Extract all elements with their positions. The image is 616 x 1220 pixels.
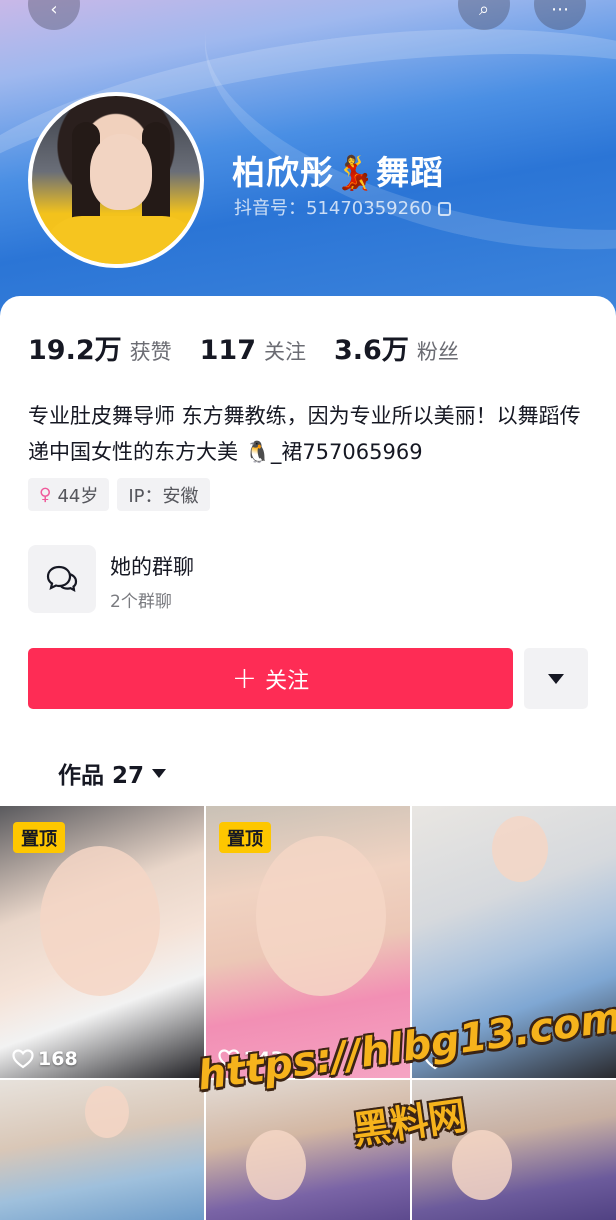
female-icon: ♀ [39, 484, 52, 505]
profile-name: 柏欣彤💃舞蹈 [232, 153, 445, 192]
follow-more-button[interactable] [524, 648, 588, 709]
followers-label: 粉丝 [416, 340, 459, 364]
likes-label: 获赞 [129, 340, 172, 364]
likes-count[interactable]: 19.2万 [28, 328, 122, 367]
group-chat-count: 2个群聊 [110, 592, 172, 612]
profile-bio: 专业肚皮舞导师 东方舞教练，因为专业所以美丽！以舞蹈传递中国女性的东方大美 🐧_… [28, 404, 581, 464]
copy-icon[interactable] [437, 202, 451, 216]
triangle-down-icon [548, 674, 564, 684]
avatar[interactable] [28, 92, 204, 268]
video-thumbnail[interactable] [0, 1080, 204, 1220]
more-icon: ⋯ [551, 0, 569, 20]
follow-label: 关注 [265, 668, 310, 694]
search-icon: ⌕ [478, 0, 490, 20]
profile-tags: ♀ 44岁 IP：安徽 [28, 478, 210, 511]
douyin-id[interactable]: 抖音号：51470359260 [234, 194, 451, 220]
video-thumbnail[interactable]: 置顶 168 [0, 806, 204, 1078]
following-label: 关注 [264, 340, 306, 364]
heart-icon [12, 1049, 34, 1069]
pinned-badge: 置顶 [219, 822, 271, 853]
video-likes-count: 168 [38, 1048, 78, 1070]
age-text: 44岁 [57, 485, 99, 507]
following-count[interactable]: 117 [200, 335, 256, 366]
caret-down-icon [152, 768, 167, 778]
pinned-badge: 置顶 [13, 822, 65, 853]
back-button[interactable]: ‹ [28, 0, 80, 30]
followers-count[interactable]: 3.6万 [334, 328, 409, 367]
ip-location-tag: IP：安徽 [117, 478, 210, 511]
works-tab-label: 作品 27 [58, 763, 145, 789]
back-icon: ‹ [50, 0, 58, 20]
follow-button[interactable]: + 关注 [28, 648, 513, 709]
video-likes: 168 [12, 1048, 78, 1070]
plus-icon: + [231, 660, 258, 696]
tab-works[interactable]: 作品 27 [58, 756, 167, 790]
chat-bubbles-icon [28, 545, 96, 613]
group-chat-entry[interactable]: 她的群聊 2个群聊 [28, 545, 598, 615]
profile-stats: 19.2万 获赞 117 关注 3.6万 粉丝 [28, 328, 487, 367]
age-tag: ♀ 44岁 [28, 478, 110, 511]
douyin-id-text: 抖音号：51470359260 [234, 198, 432, 219]
group-chat-title: 她的群聊 [110, 555, 194, 579]
